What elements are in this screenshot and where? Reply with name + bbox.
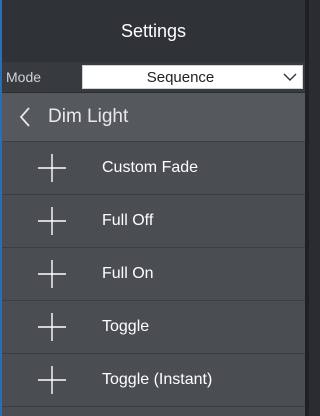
list-item-full-off[interactable]: Full Off xyxy=(2,195,305,248)
list-item-label: Toggle xyxy=(102,318,150,335)
action-list: Custom Fade Full Off Full On Toggle Togg… xyxy=(2,142,305,407)
back-row[interactable]: Dim Light xyxy=(2,93,305,142)
list-item-toggle-instant[interactable]: Toggle (Instant) xyxy=(2,354,305,407)
plus-icon[interactable] xyxy=(2,153,102,183)
list-item-full-on[interactable]: Full On xyxy=(2,248,305,301)
mode-selected-value: Sequence xyxy=(146,68,215,86)
list-item-toggle[interactable]: Toggle xyxy=(2,301,305,354)
list-item-label: Full Off xyxy=(102,212,154,229)
plus-icon[interactable] xyxy=(2,312,102,342)
plus-icon[interactable] xyxy=(2,365,102,395)
settings-panel: Settings Mode Sequence Dim Light Custom … xyxy=(0,0,305,416)
section-title: Dim Light xyxy=(48,106,129,127)
mode-dropdown[interactable]: Sequence xyxy=(82,65,303,89)
mode-label: Mode xyxy=(6,69,42,85)
plus-icon[interactable] xyxy=(2,259,102,289)
list-item-label: Toggle (Instant) xyxy=(102,371,213,388)
list-item-custom-fade[interactable]: Custom Fade xyxy=(2,142,305,195)
chevron-down-icon xyxy=(278,72,302,82)
chevron-left-icon[interactable] xyxy=(2,106,48,128)
list-item-label: Custom Fade xyxy=(102,159,199,176)
mode-row: Mode Sequence xyxy=(2,62,305,93)
plus-icon[interactable] xyxy=(2,206,102,236)
page-title: Settings xyxy=(120,20,187,41)
list-item-label: Full On xyxy=(102,265,154,282)
window-edge xyxy=(305,0,309,416)
page-header: Settings xyxy=(2,0,305,62)
